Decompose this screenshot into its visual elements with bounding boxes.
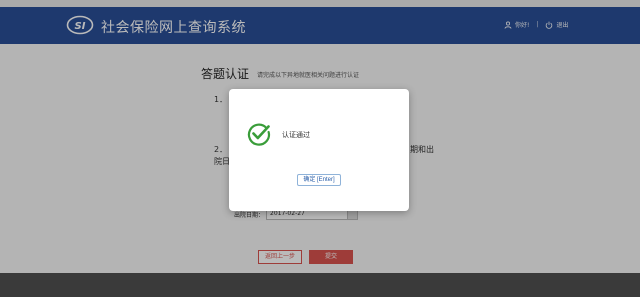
- confirm-button[interactable]: 确定 [Enter]: [297, 174, 341, 186]
- footer-bar: [0, 273, 640, 297]
- dialog-message: 认证通过: [282, 131, 310, 139]
- success-dialog: 认证通过 确定 [Enter]: [229, 89, 409, 211]
- check-circle-icon: [247, 123, 271, 146]
